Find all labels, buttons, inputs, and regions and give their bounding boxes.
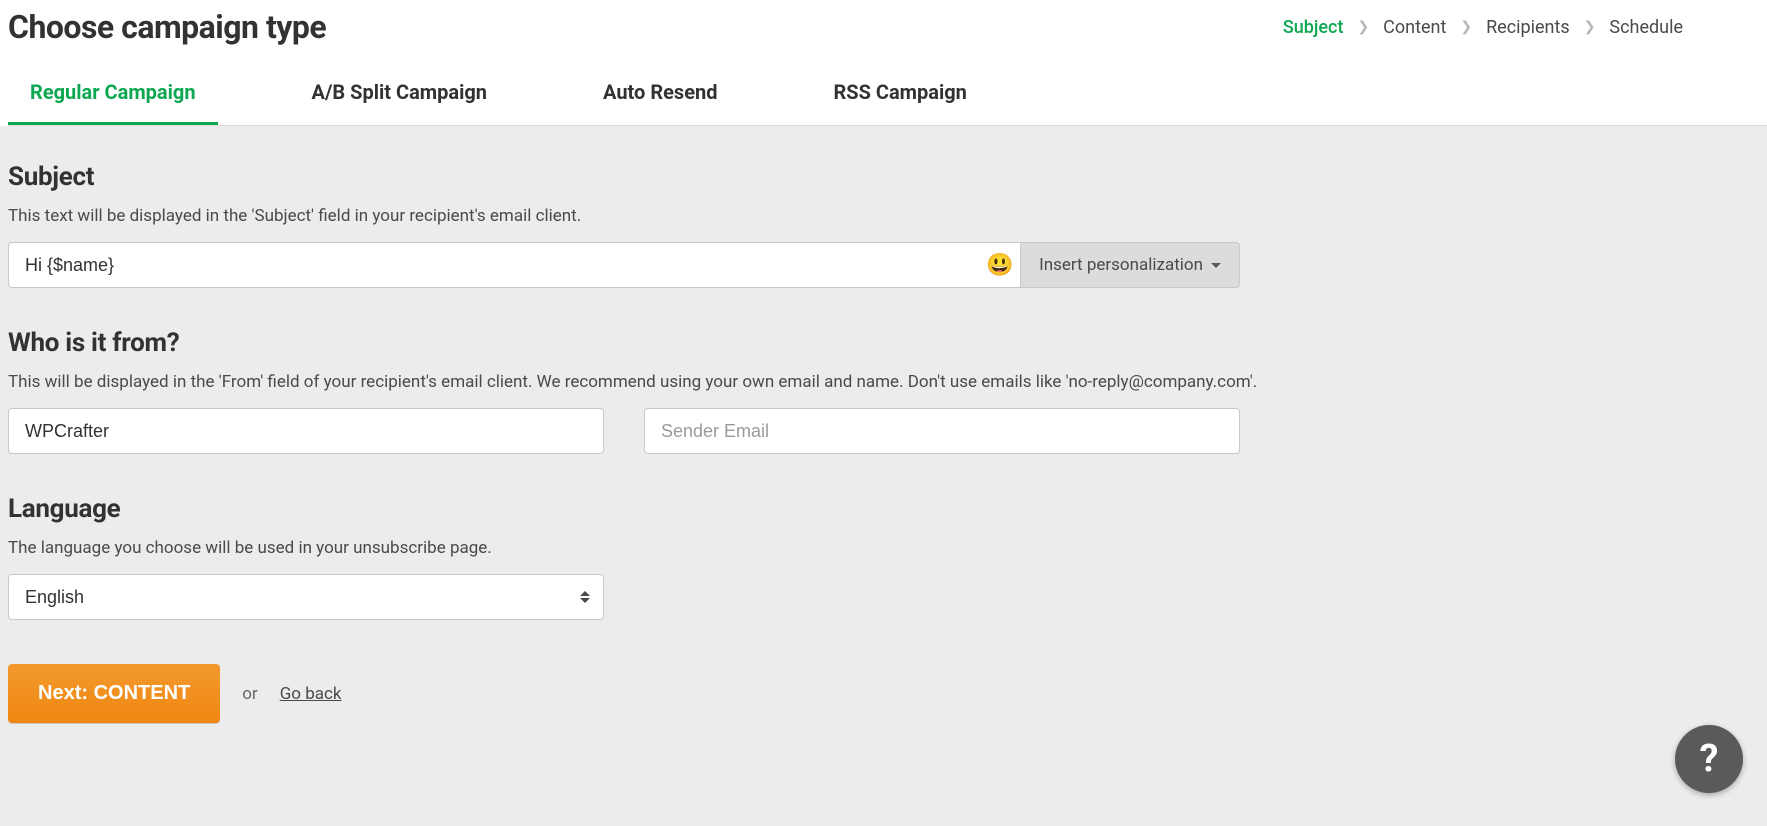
subject-input[interactable] [9, 243, 980, 287]
from-section: Who is it from? This will be displayed i… [8, 328, 1759, 454]
caret-down-icon [1211, 263, 1221, 268]
language-heading: Language [8, 494, 1759, 524]
sender-email-input[interactable] [644, 408, 1240, 454]
insert-personalization-button[interactable]: Insert personalization [1020, 242, 1240, 288]
subject-description: This text will be displayed in the 'Subj… [8, 206, 1759, 226]
breadcrumb-step-content[interactable]: Content [1383, 17, 1446, 38]
subject-section: Subject This text will be displayed in t… [8, 162, 1759, 288]
language-select[interactable]: English [8, 574, 604, 620]
breadcrumb: Subject ❯ Content ❯ Recipients ❯ Schedul… [1283, 17, 1683, 38]
emoji-picker-icon[interactable]: 😃 [980, 253, 1020, 278]
subject-heading: Subject [8, 162, 1759, 192]
sender-name-input[interactable] [8, 408, 604, 454]
subject-input-wrap: 😃 [8, 242, 1020, 288]
go-back-link[interactable]: Go back [280, 684, 342, 704]
tab-rss-campaign[interactable]: RSS Campaign [811, 80, 988, 125]
page-title: Choose campaign type [8, 8, 326, 46]
tab-ab-split-campaign[interactable]: A/B Split Campaign [290, 80, 509, 125]
from-heading: Who is it from? [8, 328, 1759, 358]
breadcrumb-step-subject[interactable]: Subject [1283, 17, 1344, 38]
or-text: or [242, 684, 257, 704]
tab-auto-resend[interactable]: Auto Resend [581, 80, 739, 125]
language-description: The language you choose will be used in … [8, 538, 1759, 558]
chevron-right-icon: ❯ [1460, 19, 1472, 35]
help-button[interactable]: ? [1675, 725, 1743, 793]
tab-regular-campaign[interactable]: Regular Campaign [8, 80, 218, 125]
chevron-right-icon: ❯ [1584, 19, 1596, 35]
language-section: Language The language you choose will be… [8, 494, 1759, 620]
campaign-type-tabs: Regular Campaign A/B Split Campaign Auto… [8, 80, 1767, 125]
next-content-button[interactable]: Next: CONTENT [8, 664, 220, 723]
breadcrumb-step-schedule[interactable]: Schedule [1609, 17, 1683, 38]
from-description: This will be displayed in the 'From' fie… [8, 372, 1759, 392]
insert-personalization-label: Insert personalization [1039, 255, 1203, 275]
chevron-right-icon: ❯ [1357, 19, 1369, 35]
actions-row: Next: CONTENT or Go back [8, 664, 1759, 723]
question-mark-icon: ? [1700, 737, 1719, 781]
breadcrumb-step-recipients[interactable]: Recipients [1486, 17, 1570, 38]
